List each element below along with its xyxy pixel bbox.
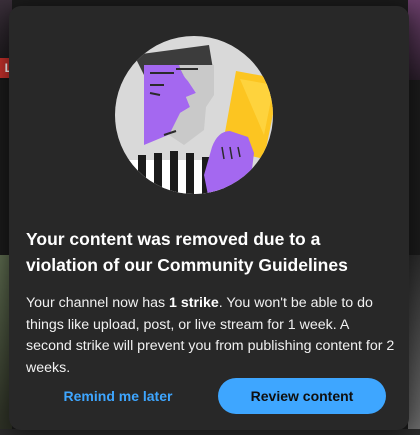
dialog-title: Your content was removed due to a violat…	[26, 229, 348, 275]
strike-count: 1 strike	[169, 295, 219, 311]
referee-yellow-card-illustration-icon	[115, 36, 273, 194]
background-thumbnail-right	[408, 0, 420, 80]
message-text-start: Your channel now has	[26, 295, 170, 311]
dialog-message: Your channel now has 1 strike. You won't…	[26, 293, 398, 379]
dialog-actions: Remind me later Review content	[9, 378, 409, 414]
remind-me-later-button[interactable]: Remind me later	[55, 378, 181, 414]
background-thumbnail-bottom-right	[408, 255, 420, 435]
review-content-button[interactable]: Review content	[218, 378, 386, 414]
strike-dialog: Your content was removed due to a violat…	[9, 6, 409, 430]
